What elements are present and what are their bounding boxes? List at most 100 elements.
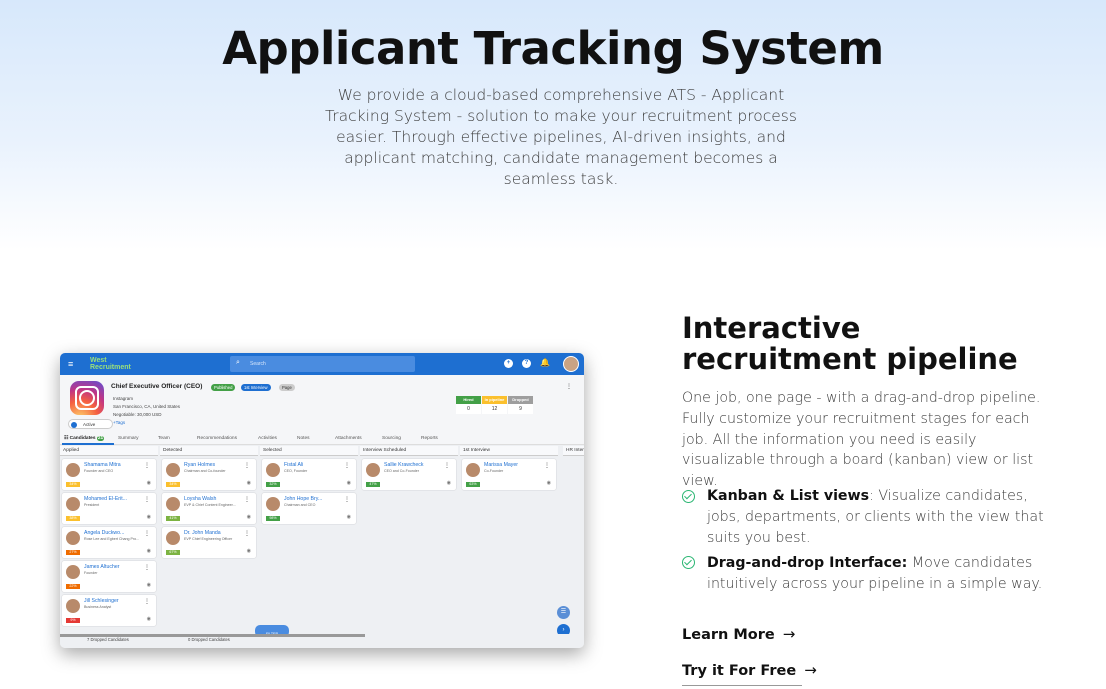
card-menu-icon[interactable]: ⋮ (244, 496, 250, 503)
eye-icon[interactable]: ◉ (147, 582, 151, 588)
candidate-title: EVP Chief Engineering Officer (184, 537, 233, 541)
card-menu-icon[interactable]: ⋮ (344, 462, 350, 469)
match-score: 27% (66, 550, 80, 555)
app-search-input[interactable]: Search (230, 356, 415, 372)
tab-sourcing[interactable]: Sourcing (382, 436, 401, 441)
tab-candidates[interactable]: ☷ Candidates 21 (64, 436, 105, 441)
bell-icon[interactable]: 🔔 (540, 358, 550, 367)
match-score: 47% (366, 482, 380, 487)
eye-icon[interactable]: ◉ (247, 514, 251, 520)
candidate-name[interactable]: Loysha Walsh (184, 496, 216, 502)
learn-more-link[interactable]: Learn More → (682, 625, 795, 643)
candidate-card[interactable]: Dr. John Manda EVP Chief Engineering Offi… (162, 527, 256, 558)
eye-icon[interactable]: ◉ (247, 480, 251, 486)
card-menu-icon[interactable]: ⋮ (344, 496, 350, 503)
job-header: Chief Executive Officer (CEO) Published … (60, 375, 584, 433)
eye-icon[interactable]: ◉ (447, 480, 451, 486)
candidate-card[interactable]: John Hope Bry... Chairman and CEO 98% ⋮ ◉ (262, 493, 356, 524)
candidate-card[interactable]: Sallie Krawcheck CEO and Co-Founder 47% ⋮ ◉ (362, 459, 456, 490)
card-menu-icon[interactable]: ⋮ (244, 530, 250, 537)
eye-icon[interactable]: ◉ (547, 480, 551, 486)
candidate-avatar (166, 463, 180, 477)
list-view-icon[interactable]: ☰ (557, 606, 570, 619)
candidate-card[interactable]: Angela Duckwo... Rose Lee and Egbert Chan… (62, 527, 156, 558)
candidate-name[interactable]: Dr. John Manda (184, 530, 221, 536)
candidate-name[interactable]: Shamama Mitra (84, 462, 121, 468)
card-menu-icon[interactable]: ⋮ (544, 462, 550, 469)
try-free-link[interactable]: Try it For Free → (682, 661, 817, 679)
job-tags-link[interactable]: +Tags (113, 420, 125, 425)
candidate-title: President (84, 503, 100, 507)
candidate-card[interactable]: Ryan Holmes Chairman and Co-founder 34% ⋮ ◉ (162, 459, 256, 490)
tab-reports[interactable]: Reports (421, 436, 438, 441)
candidate-card[interactable]: Mohamed El-Erit... President 38% ⋮ ◉ (62, 493, 156, 524)
add-icon[interactable]: + (504, 359, 513, 368)
eye-icon[interactable]: ◉ (147, 480, 151, 486)
tab-notes[interactable]: Notes (297, 436, 310, 441)
candidate-card[interactable]: Marissa Mayer Co-Founder 63% ⋮ ◉ (462, 459, 556, 490)
match-score: 34% (66, 482, 80, 487)
candidate-name[interactable]: Sallie Krawcheck (384, 462, 424, 468)
tab-attachments[interactable]: Attachments (335, 436, 362, 441)
candidate-name[interactable]: Mohamed El-Erit... (84, 496, 127, 502)
card-menu-icon[interactable]: ⋮ (144, 564, 150, 571)
tab-activities[interactable]: Activities (258, 436, 277, 441)
eye-icon[interactable]: ◉ (147, 616, 151, 622)
candidate-name[interactable]: Ryan Holmes (184, 462, 215, 468)
badge-stage[interactable]: 1st Interview (241, 384, 271, 391)
card-menu-icon[interactable]: ⋮ (144, 598, 150, 605)
eye-icon[interactable]: ◉ (347, 480, 351, 486)
card-menu-icon[interactable]: ⋮ (244, 462, 250, 469)
match-score: 9% (66, 618, 80, 623)
candidate-title: Founder and CEO (84, 469, 114, 473)
hamburger-menu-icon[interactable]: ≡ (68, 359, 73, 369)
dropped-count-2[interactable]: 0 Dropped Candidates (188, 637, 230, 642)
badge-published[interactable]: Published (211, 384, 236, 391)
column-header[interactable]: Detected (160, 446, 258, 456)
check-icon (682, 556, 695, 569)
card-menu-icon[interactable]: ⋮ (444, 462, 450, 469)
app-logo[interactable]: West Recruitment (90, 357, 131, 371)
candidate-name[interactable]: Jill Schlesinger (84, 598, 119, 604)
candidate-name[interactable]: Marissa Mayer (484, 462, 518, 468)
column-header[interactable]: HR Interv (563, 446, 584, 456)
candidate-card[interactable]: Fistal Ali CEO, Founder 32% ⋮ ◉ (262, 459, 356, 490)
card-menu-icon[interactable]: ⋮ (144, 496, 150, 503)
help-icon[interactable]: ? (522, 359, 531, 368)
candidate-avatar (266, 463, 280, 477)
badge-page[interactable]: Page (279, 384, 295, 391)
column-header[interactable]: Interview Scheduled (360, 446, 458, 456)
job-title: Chief Executive Officer (CEO) (111, 383, 203, 390)
eye-icon[interactable]: ◉ (347, 514, 351, 520)
status-dropdown[interactable]: Active (68, 419, 113, 429)
more-icon[interactable]: ⋮ (566, 383, 572, 390)
eye-icon[interactable]: ◉ (247, 548, 251, 554)
eye-icon[interactable]: ◉ (147, 548, 151, 554)
card-menu-icon[interactable]: ⋮ (144, 462, 150, 469)
tab-recommendations[interactable]: Recommendations (197, 436, 237, 441)
column-header[interactable]: 1st Interview (460, 446, 558, 456)
card-menu-icon[interactable]: ⋮ (144, 530, 150, 537)
candidate-avatar (466, 463, 480, 477)
candidate-card[interactable]: James Altucher Founder 22% ⋮ ◉ (62, 561, 156, 592)
candidate-name[interactable]: James Altucher (84, 564, 119, 570)
column-header[interactable]: Selected (260, 446, 358, 456)
tab-summary[interactable]: Summary (118, 436, 139, 441)
user-avatar[interactable] (563, 356, 579, 372)
candidate-name[interactable]: John Hope Bry... (284, 496, 322, 502)
tab-team[interactable]: Team (158, 436, 170, 441)
dropped-count-1[interactable]: 7 Dropped Candidates (87, 637, 129, 642)
candidate-card[interactable]: Shamama Mitra Founder and CEO 34% ⋮ ◉ (62, 459, 156, 490)
horizontal-scrollbar[interactable] (60, 634, 365, 637)
board-footer: 7 Dropped Candidates 0 Dropped Candidate… (60, 634, 584, 648)
candidate-avatar (366, 463, 380, 477)
kanban-column: 1st Interview Marissa Mayer Co-Founder 63% ⋮… (460, 446, 558, 634)
candidate-card[interactable]: Loysha Walsh EVP & Chief Content Engineer… (162, 493, 256, 524)
search-icon: ⌕ (236, 359, 240, 366)
feature-description: One job, one page - with a drag-and-drop… (682, 390, 1041, 490)
candidate-card[interactable]: Jill Schlesinger Business Analyst 9% ⋮ ◉ (62, 595, 156, 626)
candidate-name[interactable]: Angela Duckwo... (84, 530, 124, 536)
eye-icon[interactable]: ◉ (147, 514, 151, 520)
candidate-name[interactable]: Fistal Ali (284, 462, 303, 468)
column-header[interactable]: Applied (60, 446, 158, 456)
